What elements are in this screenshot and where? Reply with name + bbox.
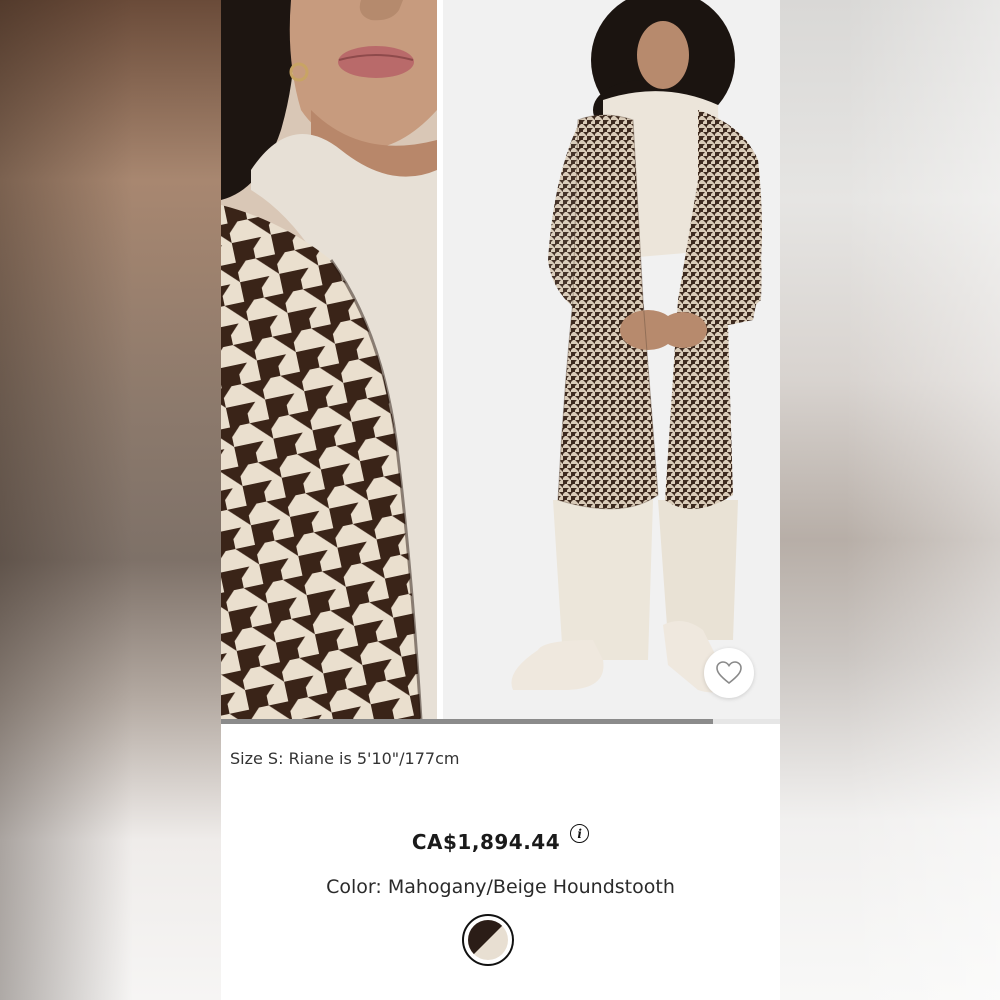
info-icon-glyph: i — [577, 826, 582, 841]
info-icon[interactable]: i — [570, 824, 590, 843]
price-row: CA$1,894.44 i — [221, 824, 780, 854]
model-size-note: Size S: Riane is 5'10"/177cm — [230, 749, 460, 768]
swatch-fill — [468, 920, 508, 960]
blurred-background-right — [779, 0, 1000, 1000]
image-gallery[interactable] — [221, 0, 780, 720]
gallery-progress-fill — [221, 719, 713, 724]
product-image-detail[interactable] — [221, 0, 437, 720]
color-swatch-mahogany-beige[interactable] — [462, 914, 514, 966]
coat-detail-photo — [221, 0, 437, 720]
gallery-progress-bar — [221, 719, 780, 724]
model-full-length-photo — [443, 0, 780, 720]
houndstooth-swatch-icon — [468, 920, 508, 960]
favorite-button[interactable] — [704, 648, 754, 698]
blurred-background-left — [0, 0, 221, 1000]
product-price: CA$1,894.44 — [411, 830, 561, 854]
product-image-model[interactable] — [443, 0, 780, 720]
color-label: Color: Mahogany/Beige Houndstooth — [326, 876, 675, 898]
product-page: Size S: Riane is 5'10"/177cm CA$1,894.44… — [221, 0, 780, 1000]
heart-icon — [716, 661, 742, 685]
